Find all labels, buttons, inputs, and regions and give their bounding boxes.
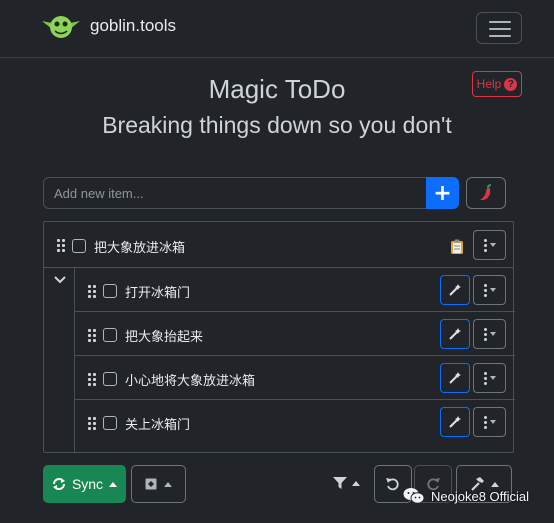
subtask-row: 小心地将大象放进冰箱 [75,356,515,400]
brand-link[interactable]: goblin.tools [42,12,176,40]
new-item-input[interactable] [43,177,427,209]
hamburger-line [489,35,511,37]
more-vertical-icon [483,371,487,385]
more-vertical-icon [483,238,487,252]
magic-wand-icon [449,372,461,384]
task-label[interactable]: 把大象放进冰箱 [94,237,185,256]
chevron-down-icon [489,332,496,336]
clipboard-icon[interactable] [450,239,464,255]
chevron-down-icon [489,288,496,292]
chili-pepper-icon [480,184,492,201]
question-icon: ? [504,77,518,91]
export-button[interactable] [131,465,186,503]
subtask-label[interactable]: 打开冰箱门 [125,282,190,301]
drag-handle-icon[interactable] [88,329,96,342]
subtask-label[interactable]: 关上冰箱门 [125,414,190,433]
task-checkbox[interactable] [72,239,86,253]
hamburger-line [489,28,511,30]
subtask-checkbox[interactable] [103,328,117,342]
subtask-row: 打开冰箱门 [75,268,515,312]
chevron-down-icon [489,243,496,247]
help-label: Help [476,77,502,91]
sync-icon [52,478,65,490]
page-subtitle: Breaking things down so you don't [102,112,452,138]
brand-name: goblin.tools [90,16,177,35]
filter-button[interactable] [326,470,366,496]
chevron-up-icon [109,481,118,487]
drag-handle-icon[interactable] [57,239,65,252]
chevron-up-icon [351,480,360,486]
help-button[interactable]: Help ? [472,71,522,97]
chevron-up-icon [164,481,172,487]
drag-handle-icon[interactable] [88,285,96,298]
subtask-list: 打开冰箱门 把大象抬起来 小心地将大象放进冰箱 关上冰箱门 [74,268,515,453]
subtask-menu-button[interactable] [473,319,506,349]
hamburger-icon [489,21,511,23]
navbar: goblin.tools [0,0,554,58]
subtask-row: 关上冰箱门 [75,400,515,444]
wechat-icon [403,488,425,504]
subtask-label[interactable]: 把大象抬起来 [125,326,203,345]
more-vertical-icon [483,283,487,297]
subtask-checkbox[interactable] [103,372,117,386]
undo-icon [386,478,399,491]
chevron-down-icon [489,376,496,380]
chevron-down-icon [489,420,496,424]
goblin-logo-icon [42,16,80,38]
chevron-up-icon [491,481,499,487]
sync-label: Sync [71,476,104,492]
breakdown-button[interactable] [440,363,470,393]
subtask-checkbox[interactable] [103,416,117,430]
magic-wand-icon [449,328,461,340]
magic-wand-icon [449,284,461,296]
more-vertical-icon [483,327,487,341]
subtask-menu-button[interactable] [473,275,506,305]
watermark: Neojoke8 Official [403,487,529,505]
filter-icon [332,476,347,489]
drag-handle-icon[interactable] [88,373,96,386]
subtask-label[interactable]: 小心地将大象放进冰箱 [125,370,255,389]
spiciness-button[interactable] [466,177,506,209]
more-vertical-icon [483,415,487,429]
task-menu-button[interactable] [473,230,506,260]
drag-handle-icon[interactable] [88,417,96,430]
task-list: 把大象放进冰箱 打开冰箱门 把大象抬起来 小心地将大象放进冰箱 关上冰箱门 [43,221,515,453]
breakdown-button[interactable] [440,275,470,305]
magic-wand-icon [449,416,461,428]
subtask-menu-button[interactable] [473,363,506,393]
sync-button[interactable]: Sync [43,465,126,503]
subtask-menu-button[interactable] [473,407,506,437]
task-row: 把大象放进冰箱 [44,222,513,268]
navbar-toggle-button[interactable] [476,12,522,44]
subtask-checkbox[interactable] [103,284,117,298]
watermark-text: Neojoke8 Official [431,488,530,504]
breakdown-button[interactable] [440,407,470,437]
export-icon [145,478,157,490]
collapse-chevron-icon[interactable] [53,275,67,285]
breakdown-button[interactable] [440,319,470,349]
add-item-button[interactable]: + [426,177,459,209]
subtask-row: 把大象抬起来 [75,312,515,356]
page-title: Magic ToDo [208,74,346,104]
plus-icon: + [433,180,452,206]
